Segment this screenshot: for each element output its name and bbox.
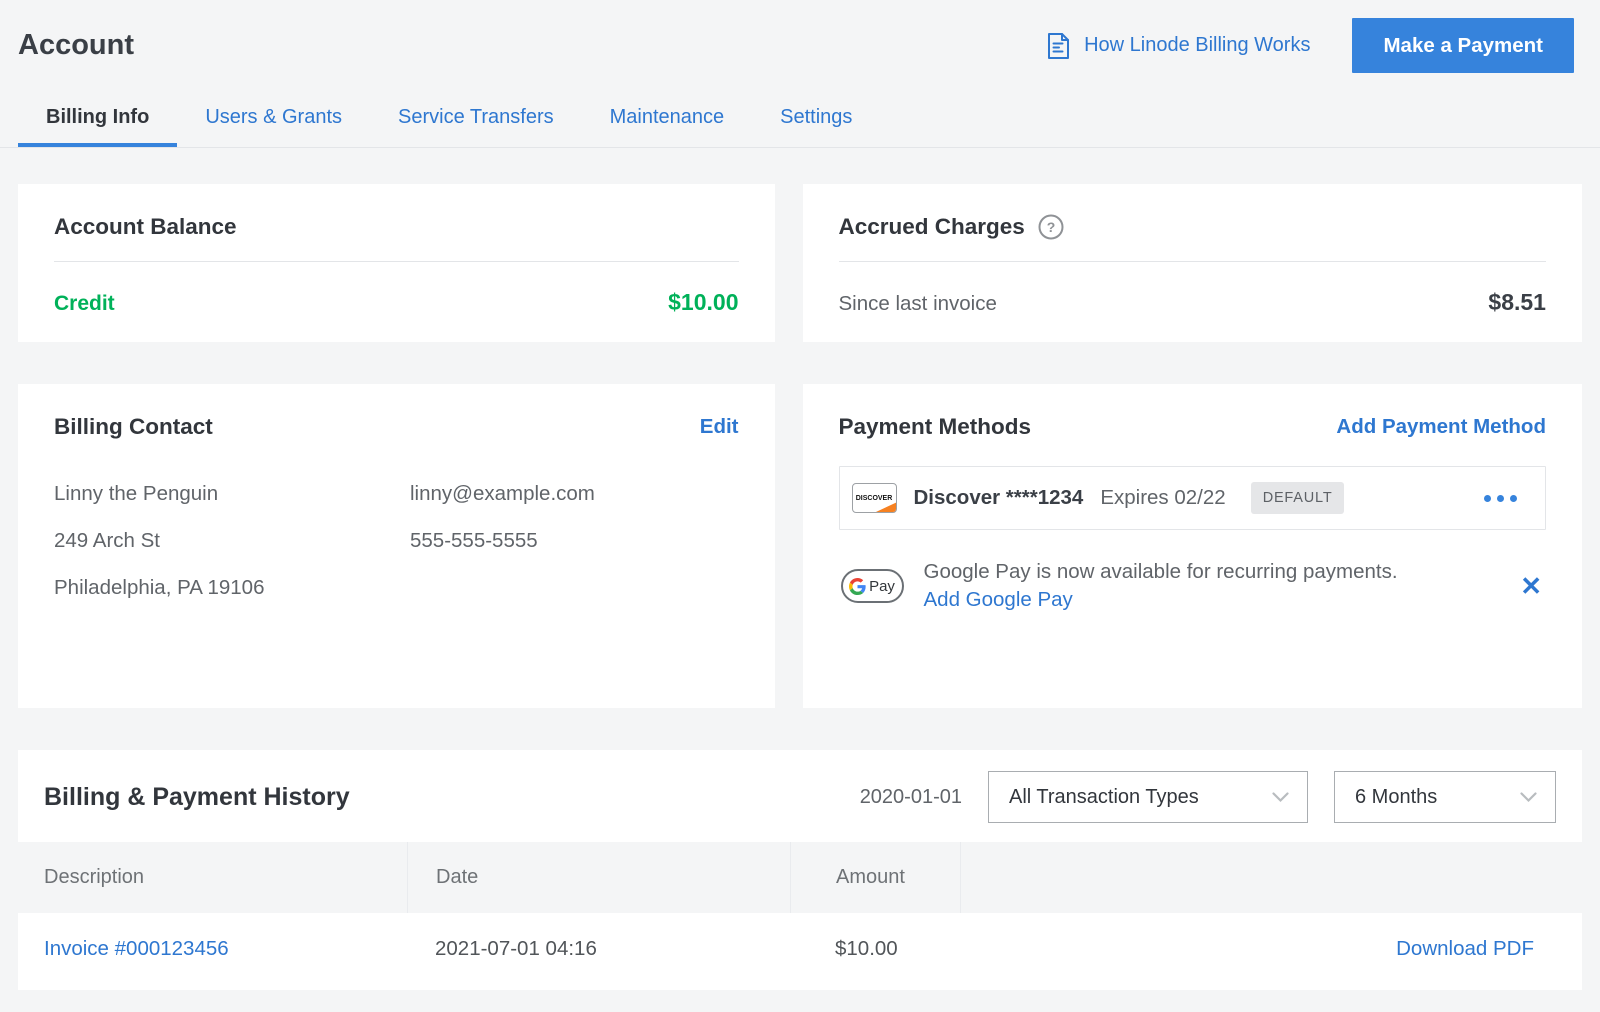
accrued-amount: $8.51 <box>1488 289 1546 316</box>
details-row: Billing Contact Edit Linny the Penguin 2… <box>18 384 1582 708</box>
billing-history-section: Billing & Payment History 2020-01-01 All… <box>18 750 1582 990</box>
page-title: Account <box>18 29 134 62</box>
tab-settings[interactable]: Settings <box>752 91 880 147</box>
google-pay-icon: Pay <box>841 569 904 603</box>
credit-amount: $10.00 <box>668 289 738 316</box>
payment-methods-title: Payment Methods <box>839 414 1032 440</box>
google-pay-message: Google Pay is now available for recurrin… <box>924 560 1398 584</box>
make-payment-button[interactable]: Make a Payment <box>1352 18 1574 73</box>
accrued-charges-row: Since last invoice $8.51 <box>839 289 1546 316</box>
svg-text:?: ? <box>1047 219 1056 235</box>
discover-card-icon: DISCOVER <box>852 483 897 513</box>
accrued-charges-title: Accrued Charges ? <box>839 214 1546 240</box>
history-start-date: 2020-01-01 <box>860 786 962 809</box>
column-header-description: Description <box>18 842 407 913</box>
tab-billing-info[interactable]: Billing Info <box>18 91 177 147</box>
accrued-charges-title-text: Accrued Charges <box>839 214 1025 240</box>
help-icon[interactable]: ? <box>1038 214 1064 240</box>
header-actions: How Linode Billing Works Make a Payment <box>1046 18 1574 73</box>
chevron-down-icon <box>1272 792 1289 803</box>
default-badge: DEFAULT <box>1251 482 1345 514</box>
document-icon <box>1046 32 1071 60</box>
history-table-header: Description Date Amount <box>18 842 1582 913</box>
card-expiry: Expires 02/22 <box>1100 486 1225 510</box>
divider <box>839 261 1546 262</box>
payment-methods-card: Payment Methods Add Payment Method DISCO… <box>803 384 1582 708</box>
card-actions-menu-icon[interactable] <box>1478 489 1523 508</box>
credit-label: Credit <box>54 292 115 316</box>
column-header-date: Date <box>407 842 790 913</box>
date-range-select[interactable]: 6 Months <box>1334 771 1556 823</box>
google-pay-banner: Pay Google Pay is now available for recu… <box>839 560 1546 612</box>
billing-link-label: How Linode Billing Works <box>1084 34 1310 57</box>
tab-maintenance[interactable]: Maintenance <box>582 91 753 147</box>
accrued-charges-card: Accrued Charges ? Since last invoice $8.… <box>803 184 1582 342</box>
invoice-date: 2021-07-01 04:16 <box>407 913 790 985</box>
chevron-down-icon <box>1520 792 1537 803</box>
date-range-value: 6 Months <box>1355 786 1437 809</box>
billing-history-title: Billing & Payment History <box>44 783 350 812</box>
contact-address-line2: Philadelphia, PA 19106 <box>54 576 410 600</box>
download-pdf-link[interactable]: Download PDF <box>1396 937 1534 961</box>
card-label: Discover ****1234 <box>914 486 1084 510</box>
transaction-type-select[interactable]: All Transaction Types <box>988 771 1308 823</box>
transaction-type-value: All Transaction Types <box>1009 786 1199 809</box>
contact-email: linny@example.com <box>410 482 595 506</box>
table-row: Invoice #000123456 2021-07-01 04:16 $10.… <box>18 913 1582 985</box>
tab-bar: Billing Info Users & Grants Service Tran… <box>0 91 1600 148</box>
add-payment-method-link[interactable]: Add Payment Method <box>1336 415 1546 439</box>
column-header-amount: Amount <box>790 842 960 913</box>
account-balance-card: Account Balance Credit $10.00 <box>18 184 775 342</box>
contact-phone: 555-555-5555 <box>410 529 595 553</box>
billing-contact-details: Linny the Penguin 249 Arch St Philadelph… <box>54 482 739 600</box>
account-balance-row: Credit $10.00 <box>54 289 739 316</box>
billing-contact-title: Billing Contact <box>54 414 213 440</box>
page-header: Account How Linode Billing Works Make a … <box>0 0 1600 91</box>
account-balance-title: Account Balance <box>54 214 739 240</box>
divider <box>54 261 739 262</box>
payment-method-row: DISCOVER Discover ****1234 Expires 02/22… <box>839 466 1546 530</box>
column-header-actions <box>960 842 1582 913</box>
since-last-invoice-label: Since last invoice <box>839 292 997 316</box>
edit-billing-contact-link[interactable]: Edit <box>700 415 739 439</box>
tab-users-grants[interactable]: Users & Grants <box>177 91 370 147</box>
billing-info-panel: Account Balance Credit $10.00 Accrued Ch… <box>0 148 1600 990</box>
add-google-pay-link[interactable]: Add Google Pay <box>924 588 1398 612</box>
how-linode-billing-works-link[interactable]: How Linode Billing Works <box>1046 32 1310 60</box>
contact-name: Linny the Penguin <box>54 482 410 506</box>
tab-service-transfers[interactable]: Service Transfers <box>370 91 582 147</box>
invoice-link[interactable]: Invoice #000123456 <box>44 937 229 961</box>
summary-row: Account Balance Credit $10.00 Accrued Ch… <box>18 184 1582 342</box>
billing-contact-card: Billing Contact Edit Linny the Penguin 2… <box>18 384 775 708</box>
invoice-amount: $10.00 <box>790 913 960 985</box>
contact-address-line1: 249 Arch St <box>54 529 410 553</box>
close-icon[interactable]: ✕ <box>1516 569 1546 603</box>
